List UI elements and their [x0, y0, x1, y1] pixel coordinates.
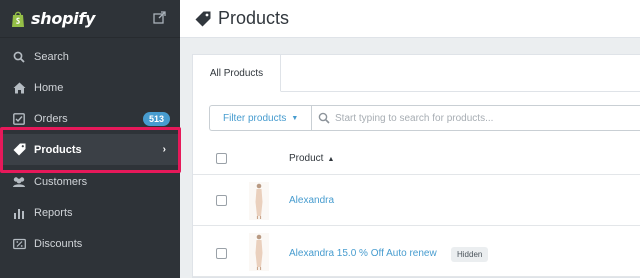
- orders-icon: [12, 112, 26, 126]
- sidebar-item-discounts[interactable]: Discounts: [0, 228, 180, 259]
- sidebar-item-label: Orders: [34, 112, 68, 125]
- page-title: Products: [218, 8, 290, 28]
- sidebar-item-customers[interactable]: Customers: [0, 166, 180, 197]
- caret-down-icon: ▼: [291, 114, 299, 122]
- orders-count-badge: 513: [142, 111, 170, 126]
- sidebar: shopify Search Home Orders 513 Products …: [0, 0, 180, 278]
- tab-all-products[interactable]: All Products: [193, 55, 281, 92]
- filter-row: Filter products ▼ Start typing to search…: [209, 105, 640, 131]
- product-thumbnail[interactable]: [249, 233, 269, 271]
- tag-icon: [195, 11, 211, 26]
- product-search-input[interactable]: Start typing to search for products...: [311, 105, 640, 131]
- chevron-right-icon: ›: [162, 144, 166, 155]
- page-header: Products: [180, 0, 640, 38]
- filter-products-button[interactable]: Filter products ▼: [209, 105, 311, 131]
- product-name-link[interactable]: Alexandra 15.0 % Off Auto renew: [289, 248, 437, 259]
- sidebar-item-reports[interactable]: Reports: [0, 197, 180, 228]
- product-thumbnail[interactable]: [249, 182, 269, 220]
- customers-icon: [12, 175, 26, 189]
- row-checkbox[interactable]: [216, 248, 227, 259]
- shopify-bag-icon: [12, 11, 24, 27]
- table-row: Alexandra 15.0 % Off Auto renew Hidden: [193, 227, 640, 277]
- sidebar-item-orders[interactable]: Orders 513: [0, 103, 180, 134]
- status-badge: Hidden: [451, 247, 489, 262]
- column-header-product[interactable]: Product ▲: [289, 153, 334, 164]
- open-store-icon[interactable]: [153, 11, 166, 24]
- sidebar-item-label: Search: [34, 50, 69, 63]
- brand-name[interactable]: shopify: [31, 9, 95, 28]
- tab-bar: All Products: [193, 55, 640, 92]
- search-placeholder: Start typing to search for products...: [335, 112, 494, 124]
- search-icon: [12, 50, 26, 64]
- sidebar-item-label: Products: [34, 143, 82, 156]
- sidebar-item-label: Customers: [34, 175, 88, 188]
- discounts-icon: [12, 237, 26, 251]
- products-panel: All Products Filter products ▼ Start typ…: [192, 54, 640, 278]
- filter-label: Filter products: [223, 112, 287, 124]
- sidebar-item-search[interactable]: Search: [0, 41, 180, 72]
- search-icon: [318, 112, 330, 124]
- home-icon: [12, 81, 26, 95]
- tag-icon: [12, 143, 26, 157]
- reports-icon: [12, 206, 26, 220]
- brand-bar: shopify: [0, 0, 180, 38]
- sort-ascending-icon: ▲: [327, 156, 335, 163]
- sidebar-item-home[interactable]: Home: [0, 72, 180, 103]
- sidebar-item-label: Home: [34, 81, 64, 94]
- sidebar-item-products[interactable]: Products ›: [0, 134, 180, 165]
- table-header: Product ▲: [193, 143, 640, 175]
- sidebar-item-label: Discounts: [34, 237, 83, 250]
- product-name-link[interactable]: Alexandra: [289, 195, 334, 206]
- column-header-label: Product: [289, 153, 324, 164]
- row-checkbox[interactable]: [216, 195, 227, 206]
- table-row: Alexandra: [193, 176, 640, 226]
- sidebar-item-label: Reports: [34, 206, 73, 219]
- select-all-checkbox[interactable]: [216, 153, 227, 164]
